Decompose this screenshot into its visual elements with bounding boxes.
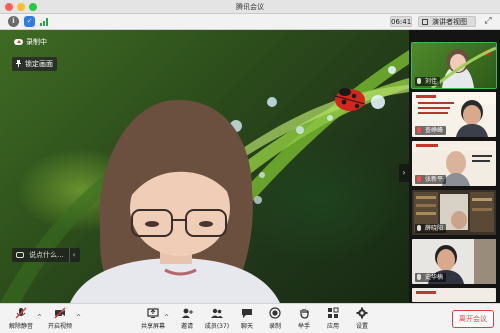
record-label: 录制 (268, 323, 281, 330)
recording-status[interactable]: 录制中 (12, 36, 47, 49)
chat-placeholder: 说点什么... (29, 251, 64, 259)
start-video-button[interactable]: 开启视频 (45, 307, 75, 333)
apps-grid-icon (328, 307, 339, 318)
window-title: 腾讯会议 (236, 3, 264, 11)
screen-share-icon (147, 308, 159, 318)
signal-icon[interactable] (39, 16, 50, 27)
chevron-up-icon[interactable]: ^ (164, 314, 169, 321)
settings-label: 设置 (355, 323, 368, 330)
invite-button[interactable]: 邀请 (172, 307, 202, 333)
meeting-control-bar: 解除静音 ^ 开启视频 ^ 共享屏幕 ^ 邀请 成员(37) 聊天 录制 举手 … (0, 303, 500, 333)
chat-button[interactable]: 聊天 (232, 307, 262, 333)
chevron-left-icon[interactable]: ‹ (69, 248, 78, 262)
recording-label: 录制中 (26, 38, 47, 46)
info-icon[interactable]: i (8, 16, 19, 27)
microphone-icon (417, 78, 421, 84)
participant-tile[interactable]: 查峥峰 (412, 92, 496, 137)
hand-icon (300, 309, 309, 319)
video-frame (0, 50, 409, 303)
fullscreen-icon[interactable]: ⤢ (483, 16, 493, 26)
share-screen-label: 共享屏幕 (140, 323, 165, 330)
chat-bubble-icon (16, 252, 24, 258)
members-button[interactable]: 成员(37) (202, 307, 232, 333)
participant-name-tag: 查峥峰 (415, 126, 447, 135)
meeting-timer: 06:41 (390, 16, 412, 27)
add-user-icon (182, 308, 193, 318)
participant-name-tag: 刘佳 (415, 77, 441, 86)
chevron-up-icon[interactable]: ^ (76, 314, 81, 321)
record-button[interactable]: 录制 (260, 307, 290, 333)
apps-label: 应用 (326, 323, 339, 330)
settings-button[interactable]: 设置 (347, 307, 377, 333)
participant-name-tag: 史华楠 (415, 273, 447, 282)
record-icon (269, 307, 281, 319)
participant-tile[interactable]: 史华楠 (412, 239, 496, 284)
microphone-muted-icon (417, 127, 421, 133)
participant-list: 刘佳 查峥峰 张新平 薛晓阳 史华楠 (409, 30, 500, 303)
microphone-muted-icon (15, 307, 27, 319)
participant-tile[interactable]: 张新平 (412, 141, 496, 186)
chevron-right-icon: › (402, 168, 406, 177)
gear-icon (356, 307, 368, 319)
participant-name: 薛晓阳 (425, 225, 444, 232)
window-titlebar: 腾讯会议 (0, 0, 500, 14)
view-mode-label: 演讲者视图 (432, 18, 467, 26)
lock-view-button[interactable]: 锁定画面 (12, 57, 57, 71)
users-icon (211, 308, 223, 318)
meeting-toolbar: i ✓ 06:41 演讲者视图 ⤢ (0, 14, 500, 30)
chat-label: 聊天 (240, 323, 253, 330)
participant-name: 刘佳 (425, 78, 438, 85)
unmute-label: 解除静音 (8, 323, 33, 330)
expand-sidebar-button[interactable]: › (399, 164, 409, 182)
shield-icon[interactable]: ✓ (24, 16, 35, 27)
main-speaker-video: 录制中 锁定画面 说点什么... ‹ › (0, 30, 409, 303)
chevron-up-icon[interactable]: ^ (37, 314, 42, 321)
pin-icon (16, 60, 21, 67)
view-mode-button[interactable]: 演讲者视图 (418, 16, 476, 27)
participant-name-tag: 张新平 (415, 175, 447, 184)
unmute-button[interactable]: 解除静音 (6, 307, 36, 333)
chat-icon (242, 309, 252, 318)
chat-input[interactable]: 说点什么... ‹ (12, 248, 80, 262)
participant-video (416, 291, 436, 294)
lock-view-label: 锁定画面 (25, 60, 53, 68)
microphone-muted-icon (417, 176, 421, 182)
raise-hand-button[interactable]: 举手 (289, 307, 319, 333)
participant-tile[interactable] (412, 288, 496, 302)
camera-off-icon (54, 307, 66, 319)
participant-name: 史华楠 (425, 274, 444, 281)
microphone-icon (417, 274, 421, 280)
start-video-label: 开启视频 (47, 323, 72, 330)
cloud-record-icon (14, 39, 23, 45)
raise-hand-label: 举手 (297, 323, 310, 330)
participant-name: 查峥峰 (425, 127, 444, 134)
members-label: 成员(37) (204, 323, 230, 330)
leave-meeting-button[interactable]: 离开会议 (452, 310, 494, 328)
apps-button[interactable]: 应用 (318, 307, 348, 333)
microphone-icon (417, 225, 421, 231)
participant-tile[interactable]: 刘佳 (411, 42, 497, 89)
grid-icon (422, 19, 428, 25)
invite-label: 邀请 (180, 323, 193, 330)
participant-name-tag: 薛晓阳 (415, 224, 447, 233)
participant-name: 张新平 (425, 176, 444, 183)
participant-tile[interactable]: 薛晓阳 (412, 190, 496, 235)
